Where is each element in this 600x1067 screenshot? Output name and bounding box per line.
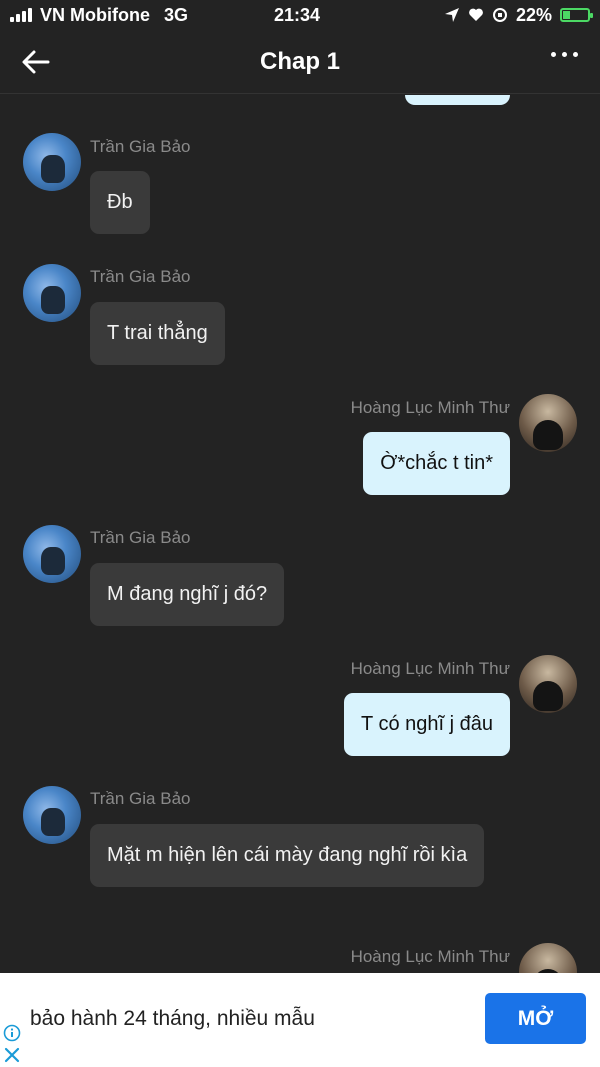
chat-header: Chap 1 [0, 30, 600, 94]
message-bubble[interactable]: Ờ*chắc t tin* [363, 432, 510, 495]
message-bubble[interactable]: Mặt m hiện lên cái mày đang nghĩ rồi kìa [90, 824, 485, 887]
ad-open-button[interactable]: MỞ [485, 993, 586, 1044]
ad-banner[interactable]: bảo hành 24 tháng, nhiều mẫu MỞ [0, 973, 600, 1067]
status-bar-right: 22% [444, 4, 593, 26]
battery-icon [560, 8, 593, 22]
location-icon [444, 8, 459, 22]
avatar[interactable] [23, 786, 81, 844]
sender-name: Trần Gia Bảo [90, 267, 191, 286]
sender-name: Trần Gia Bảo [90, 137, 191, 156]
more-dots-icon[interactable] [551, 52, 578, 57]
sender-name: Hoàng Lục Minh Thư [350, 947, 510, 966]
signal-icon [10, 8, 32, 22]
close-icon[interactable] [3, 1046, 21, 1064]
chat-title: Chap 1 [259, 47, 340, 75]
network-type: 3G [164, 4, 189, 25]
avatar[interactable] [23, 264, 81, 322]
ad-text[interactable]: bảo hành 24 tháng, nhiều mẫu [30, 1007, 315, 1031]
avatar[interactable] [519, 655, 577, 713]
sender-name: Trần Gia Bảo [90, 789, 191, 808]
avatar[interactable] [23, 525, 81, 583]
avatar[interactable] [519, 394, 577, 452]
back-arrow-icon[interactable] [20, 46, 52, 78]
avatar[interactable] [23, 133, 81, 191]
battery-percent: 22% [515, 4, 552, 25]
heart-icon [469, 8, 483, 21]
message-bubble-partial [405, 95, 510, 105]
message-list[interactable]: Trần Gia Bảo Đb Trần Gia Bảo T trai thẳn… [0, 95, 600, 973]
info-icon[interactable] [3, 1024, 21, 1042]
status-time: 21:34 [274, 4, 321, 25]
message-bubble[interactable]: Đb [90, 171, 150, 234]
status-bar-left: VN Mobifone 3G [10, 5, 188, 26]
carrier-name: VN Mobifone [40, 4, 150, 25]
message-bubble[interactable]: T trai thẳng [90, 302, 225, 365]
rotation-lock-icon [492, 8, 507, 22]
status-bar: VN Mobifone 3G 21:34 22% [0, 0, 600, 30]
sender-name: Trần Gia Bảo [90, 528, 191, 547]
sender-name: Hoàng Lục Minh Thư [350, 659, 510, 678]
message-bubble[interactable]: M đang nghĩ j đó? [90, 563, 285, 626]
message-bubble[interactable]: T có nghĩ j đâu [344, 693, 510, 756]
sender-name: Hoàng Lục Minh Thư [350, 398, 510, 417]
avatar[interactable] [519, 943, 577, 973]
